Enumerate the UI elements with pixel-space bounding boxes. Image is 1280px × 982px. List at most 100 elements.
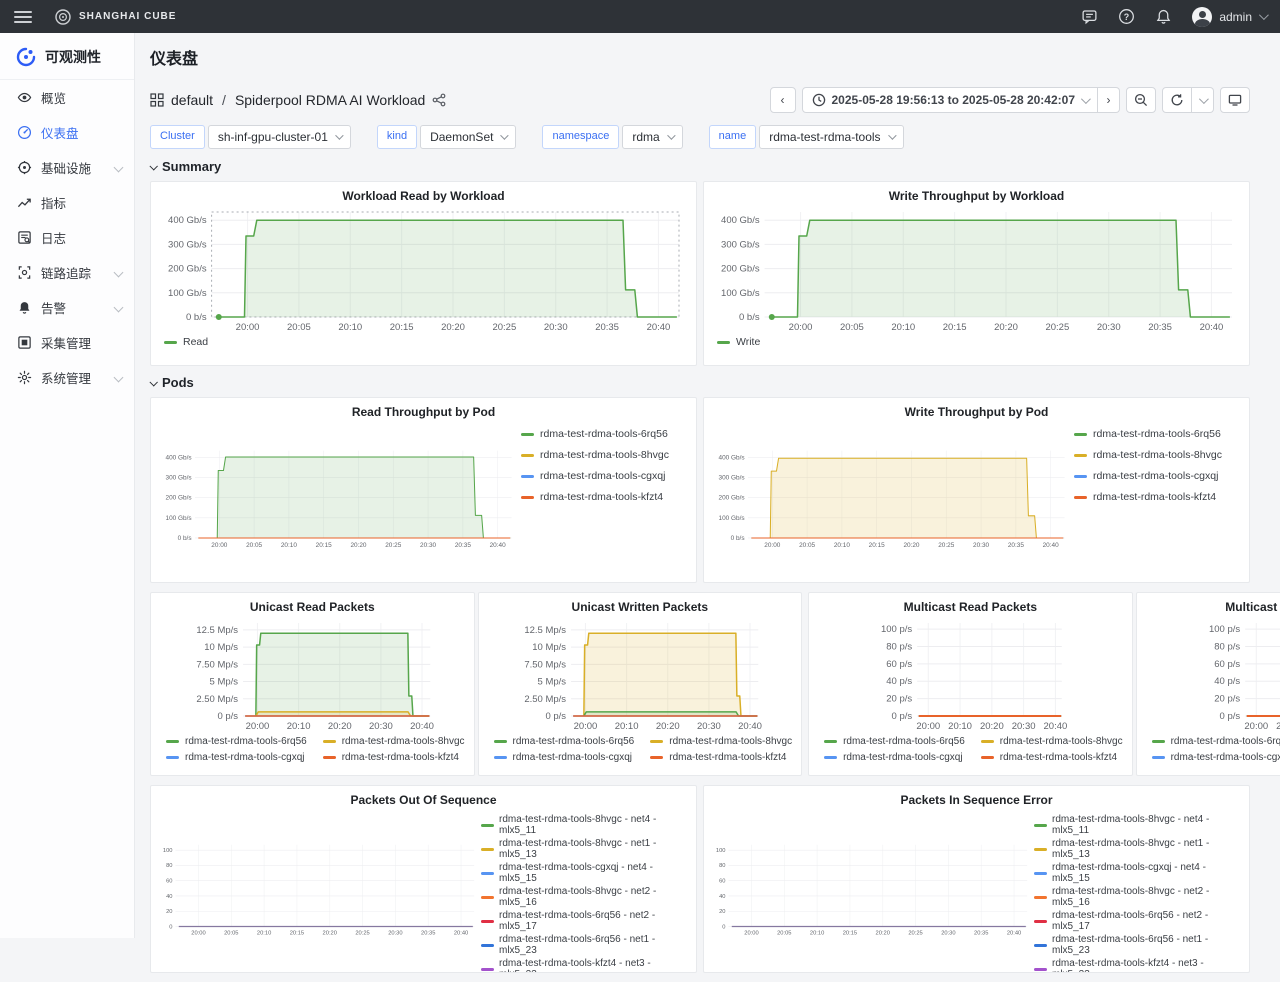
tv-mode-button[interactable] <box>1220 87 1250 113</box>
svg-text:20:40: 20:40 <box>738 721 762 732</box>
legend-item[interactable]: rdma-test-rdma-tools-8hvgc - net2 - mlx5… <box>481 886 687 908</box>
sidebar-item-dashboard[interactable]: 仪表盘 <box>0 115 134 150</box>
chevron-down-icon <box>667 131 675 139</box>
legend-item[interactable]: rdma-test-rdma-tools-cgxqj <box>1152 752 1280 763</box>
legend-item[interactable]: rdma-test-rdma-tools-6rq56 - net1 - mlx5… <box>1034 934 1240 956</box>
sidebar-item-overview[interactable]: 概览 <box>0 80 134 115</box>
legend-item[interactable]: rdma-test-rdma-tools-6rq56 <box>494 736 635 747</box>
legend-item[interactable]: rdma-test-rdma-tools-kfzt4 <box>521 491 687 503</box>
legend-item[interactable]: rdma-test-rdma-tools-8hvgc - net1 - mlx5… <box>1034 838 1240 860</box>
legend-item[interactable]: Read <box>164 336 208 348</box>
filter-value-dropdown[interactable]: rdma <box>622 125 682 149</box>
legend-item[interactable]: rdma-test-rdma-tools-cgxqj - net4 - mlx5… <box>1034 862 1240 884</box>
legend-item[interactable]: rdma-test-rdma-tools-6rq56 <box>521 428 687 440</box>
section-summary[interactable]: Summary <box>150 159 1250 174</box>
menu-toggle-icon[interactable] <box>14 11 32 23</box>
legend-item[interactable]: rdma-test-rdma-tools-6rq56 - net2 - mlx5… <box>1034 910 1240 932</box>
time-forward-button[interactable]: › <box>1098 87 1120 113</box>
legend-item[interactable]: rdma-test-rdma-tools-8hvgc <box>323 736 465 747</box>
refresh-button[interactable] <box>1162 87 1192 113</box>
legend-label: rdma-test-rdma-tools-kfzt4 - net3 - mlx5… <box>499 958 687 973</box>
legend-item[interactable]: rdma-test-rdma-tools-cgxqj <box>824 752 965 763</box>
legend-item[interactable]: rdma-test-rdma-tools-8hvgc - net1 - mlx5… <box>481 838 687 860</box>
zoom-out-button[interactable] <box>1126 87 1156 113</box>
legend-item[interactable]: rdma-test-rdma-tools-cgxqj <box>1074 470 1240 482</box>
topbar: SHANGHAI CUBE ? admin <box>0 0 1280 33</box>
legend-item[interactable]: rdma-test-rdma-tools-kfzt4 <box>650 752 792 763</box>
chevron-down-icon <box>149 378 157 386</box>
sidebar-item-collection[interactable]: 采集管理 <box>0 325 134 360</box>
legend-item[interactable]: rdma-test-rdma-tools-8hvgc - net4 - mlx5… <box>1034 814 1240 836</box>
legend-item[interactable]: rdma-test-rdma-tools-6rq56 <box>1152 736 1280 747</box>
legend-item[interactable]: rdma-test-rdma-tools-6rq56 <box>166 736 307 747</box>
panel-title[interactable]: Workload Read by Workload <box>160 189 687 203</box>
legend-item[interactable]: rdma-test-rdma-tools-cgxqj - net4 - mlx5… <box>481 862 687 884</box>
section-pods[interactable]: Pods <box>150 375 1250 390</box>
panel-title[interactable]: Multicast Read Packets <box>818 600 1123 614</box>
legend-item[interactable]: rdma-test-rdma-tools-8hvgc <box>650 736 792 747</box>
svg-text:300 Gb/s: 300 Gb/s <box>721 239 760 250</box>
svg-text:40: 40 <box>719 894 725 900</box>
user-menu[interactable]: admin <box>1192 7 1266 27</box>
svg-text:60 p/s: 60 p/s <box>886 659 912 670</box>
sidebar-item-label: 告警 <box>41 298 66 317</box>
panel-title[interactable]: Multicast Written Packets <box>1146 600 1280 614</box>
legend-item[interactable]: rdma-test-rdma-tools-cgxqj <box>494 752 635 763</box>
refresh-interval-button[interactable] <box>1192 87 1214 113</box>
panel-title[interactable]: Unicast Read Packets <box>160 600 465 614</box>
panel-title[interactable]: Read Throughput by Pod <box>160 405 687 419</box>
svg-text:20:20: 20:20 <box>328 721 352 732</box>
legend-item[interactable]: rdma-test-rdma-tools-kfzt4 - net3 - mlx5… <box>481 958 687 973</box>
legend-item[interactable]: rdma-test-rdma-tools-8hvgc <box>1074 449 1240 461</box>
panel-title[interactable]: Write Throughput by Workload <box>713 189 1240 203</box>
breadcrumb-dashboard-name[interactable]: Spiderpool RDMA AI Workload <box>235 92 425 108</box>
sidebar-item-metrics[interactable]: 指标 <box>0 185 134 220</box>
sidebar-item-alerts[interactable]: 告警 <box>0 290 134 325</box>
filter-value-dropdown[interactable]: rdma-test-rdma-tools <box>759 125 903 149</box>
sidebar-item-logs[interactable]: 日志 <box>0 220 134 255</box>
brand: SHANGHAI CUBE <box>54 8 176 26</box>
sidebar-item-infrastructure[interactable]: 基础设施 <box>0 150 134 185</box>
panel-packets-out-of-sequence: Packets Out Of Sequence 20:0020:0520:102… <box>150 785 697 973</box>
filter-value-dropdown[interactable]: DaemonSet <box>420 125 516 149</box>
legend-item[interactable]: rdma-test-rdma-tools-kfzt4 <box>981 752 1123 763</box>
legend-item[interactable]: rdma-test-rdma-tools-6rq56 <box>1074 428 1240 440</box>
time-range-picker[interactable]: 2025-05-28 19:56:13 to 2025-05-28 20:42:… <box>802 87 1099 113</box>
legend-item[interactable]: rdma-test-rdma-tools-8hvgc <box>981 736 1123 747</box>
legend-color-marker <box>981 740 994 743</box>
filter-kind: kind DaemonSet <box>377 125 517 149</box>
username: admin <box>1219 10 1252 24</box>
time-back-button[interactable]: ‹ <box>770 87 796 113</box>
panel-title[interactable]: Packets In Sequence Error <box>713 793 1240 807</box>
legend-item[interactable]: rdma-test-rdma-tools-6rq56 - net2 - mlx5… <box>481 910 687 932</box>
legend-item[interactable]: rdma-test-rdma-tools-6rq56 - net1 - mlx5… <box>481 934 687 956</box>
panel-title[interactable]: Packets Out Of Sequence <box>160 793 687 807</box>
legend-item[interactable]: rdma-test-rdma-tools-kfzt4 <box>1074 491 1240 503</box>
svg-text:300 Gb/s: 300 Gb/s <box>166 475 192 482</box>
filter-value-dropdown[interactable]: sh-inf-gpu-cluster-01 <box>208 125 351 149</box>
panel-title[interactable]: Unicast Written Packets <box>488 600 793 614</box>
legend-item[interactable]: rdma-test-rdma-tools-kfzt4 - net3 - mlx5… <box>1034 958 1240 973</box>
svg-text:20:10: 20:10 <box>614 721 638 732</box>
legend-item[interactable]: Write <box>717 336 760 348</box>
legend-item[interactable]: rdma-test-rdma-tools-8hvgc <box>521 449 687 461</box>
sidebar-item-tracing[interactable]: 链路追踪 <box>0 255 134 290</box>
legend-item[interactable]: rdma-test-rdma-tools-kfzt4 <box>323 752 465 763</box>
legend-item[interactable]: rdma-test-rdma-tools-cgxqj <box>521 470 687 482</box>
message-icon[interactable] <box>1081 8 1098 25</box>
panel-title[interactable]: Write Throughput by Pod <box>713 405 1240 419</box>
sidebar-item-system[interactable]: 系统管理 <box>0 360 134 395</box>
page-title: 仪表盘 <box>150 45 1250 69</box>
svg-text:20:00: 20:00 <box>764 542 780 549</box>
svg-text:20:05: 20:05 <box>840 322 864 333</box>
help-icon[interactable]: ? <box>1118 8 1135 25</box>
legend-item[interactable]: rdma-test-rdma-tools-6rq56 <box>824 736 965 747</box>
legend-item[interactable]: rdma-test-rdma-tools-8hvgc - net2 - mlx5… <box>1034 886 1240 908</box>
legend-item[interactable]: rdma-test-rdma-tools-8hvgc - net4 - mlx5… <box>481 814 687 836</box>
legend-item[interactable]: rdma-test-rdma-tools-cgxqj <box>166 752 307 763</box>
legend-label: rdma-test-rdma-tools-8hvgc - net2 - mlx5… <box>499 886 687 908</box>
legend-label: rdma-test-rdma-tools-cgxqj <box>540 470 665 482</box>
breadcrumb-folder[interactable]: default <box>171 92 213 108</box>
notification-bell-icon[interactable] <box>1155 8 1172 25</box>
share-icon[interactable] <box>432 93 446 107</box>
